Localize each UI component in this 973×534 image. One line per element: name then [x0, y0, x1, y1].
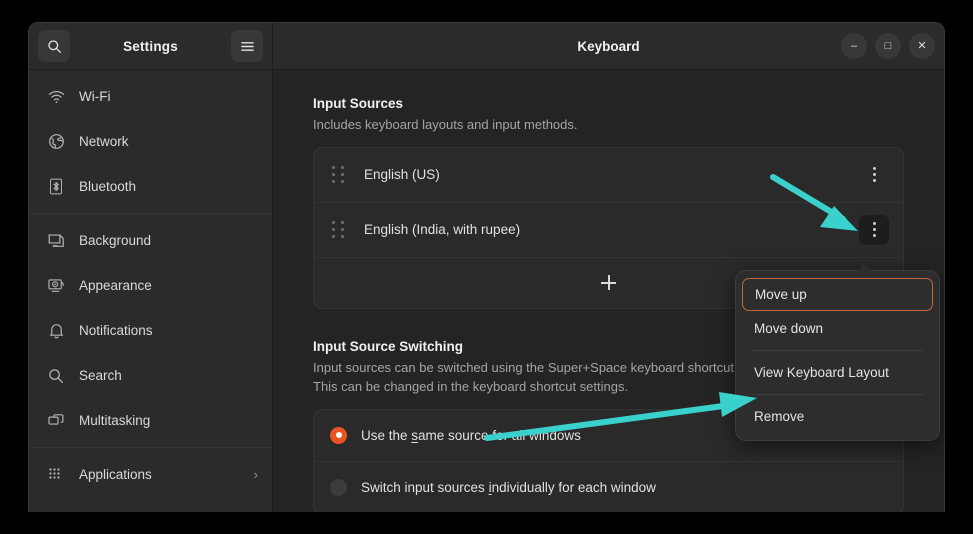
sidebar-item-background[interactable]: Background — [29, 218, 272, 263]
close-button[interactable]: ✕ — [909, 33, 935, 59]
background-monitor-icon — [47, 232, 65, 250]
input-source-row[interactable]: English (India, with rupee) — [314, 203, 903, 258]
lock-icon — [47, 511, 65, 513]
maximize-icon: □ — [885, 41, 892, 52]
label-before: Use the — [361, 428, 411, 443]
row-context-menu: Move up Move down View Keyboard Layout R… — [735, 270, 940, 441]
maximize-button[interactable]: □ — [875, 33, 901, 59]
minimize-icon: – — [851, 41, 857, 52]
drag-handle-icon[interactable] — [330, 164, 346, 186]
applications-grid-icon — [47, 466, 65, 484]
input-sources-description: Includes keyboard layouts and input meth… — [313, 116, 904, 135]
appearance-icon — [47, 277, 65, 295]
sidebar-item-label: Search — [79, 368, 244, 383]
close-icon: ✕ — [917, 41, 926, 52]
hamburger-menu-icon — [240, 40, 255, 53]
sidebar-item-wifi[interactable]: Wi-Fi — [29, 74, 272, 119]
sidebar-item-notifications[interactable]: Notifications — [29, 308, 272, 353]
sidebar-item-label: Background — [79, 233, 244, 248]
sidebar-title: Settings — [70, 39, 231, 54]
search-icon — [47, 39, 62, 54]
sidebar-item-label: Applications — [79, 467, 240, 482]
menu-separator — [751, 394, 924, 395]
sidebar-item-search[interactable]: Search — [29, 353, 272, 398]
main-menu-button[interactable] — [231, 30, 263, 62]
sidebar-item-applications[interactable]: Applications › — [29, 452, 272, 497]
input-sources-title: Input Sources — [313, 96, 904, 111]
sidebar-separator — [29, 213, 272, 214]
input-source-label: English (US) — [364, 167, 859, 182]
label-after: ndividually for each window — [492, 480, 656, 495]
input-source-label: English (India, with rupee) — [364, 222, 859, 237]
sidebar-item-label: Wi-Fi — [79, 89, 244, 104]
label-after: ame source for all windows — [418, 428, 581, 443]
label-before: Switch input sources — [361, 480, 489, 495]
bluetooth-icon — [47, 178, 65, 196]
sidebar-item-bluetooth[interactable]: Bluetooth — [29, 164, 272, 209]
sidebar-item-network[interactable]: Network — [29, 119, 272, 164]
window-header: Keyboard – □ ✕ — [273, 23, 944, 69]
bell-icon — [47, 322, 65, 340]
drag-handle-icon[interactable] — [330, 219, 346, 241]
switching-option-row[interactable]: Switch input sources individually for ea… — [314, 462, 903, 512]
row-menu-button[interactable] — [859, 160, 889, 190]
sidebar-item-label: Appearance — [79, 278, 244, 293]
plus-icon — [601, 275, 616, 290]
screen: Settings Keyboard – □ ✕ — [0, 0, 973, 534]
menu-item-remove[interactable]: Remove — [742, 400, 933, 433]
sidebar-item-multitasking[interactable]: Multitasking — [29, 398, 272, 443]
network-globe-icon — [47, 133, 65, 151]
sidebar-item-label: Notifications — [79, 323, 244, 338]
input-source-row[interactable]: English (US) — [314, 148, 903, 203]
search-icon — [47, 367, 65, 385]
switching-option-label: Switch input sources individually for ea… — [361, 480, 656, 495]
sidebar-header: Settings — [29, 23, 273, 69]
sidebar-item-label: Multitasking — [79, 413, 244, 428]
multitasking-windows-icon — [47, 412, 65, 430]
header-bar: Settings Keyboard – □ ✕ — [29, 23, 944, 70]
menu-item-move-down[interactable]: Move down — [742, 312, 933, 345]
sidebar-item-appearance[interactable]: Appearance — [29, 263, 272, 308]
switching-option-label: Use the same source for all windows — [361, 428, 581, 443]
chevron-right-icon: › — [254, 467, 258, 482]
search-button[interactable] — [38, 30, 70, 62]
wifi-icon — [47, 88, 65, 106]
menu-item-move-up[interactable]: Move up — [742, 278, 933, 311]
row-menu-button[interactable] — [859, 215, 889, 245]
sidebar-item-privacy[interactable]: Privacy › — [29, 497, 272, 512]
sidebar-item-label: Network — [79, 134, 244, 149]
sidebar-item-label: Bluetooth — [79, 179, 244, 194]
window-controls: – □ ✕ — [841, 33, 935, 59]
menu-item-view-keyboard-layout[interactable]: View Keyboard Layout — [742, 356, 933, 389]
sidebar-separator — [29, 447, 272, 448]
sidebar: Wi-Fi Network — [29, 70, 273, 512]
radio-button-selected[interactable] — [330, 427, 347, 444]
radio-button-unselected[interactable] — [330, 479, 347, 496]
menu-separator — [751, 350, 924, 351]
minimize-button[interactable]: – — [841, 33, 867, 59]
